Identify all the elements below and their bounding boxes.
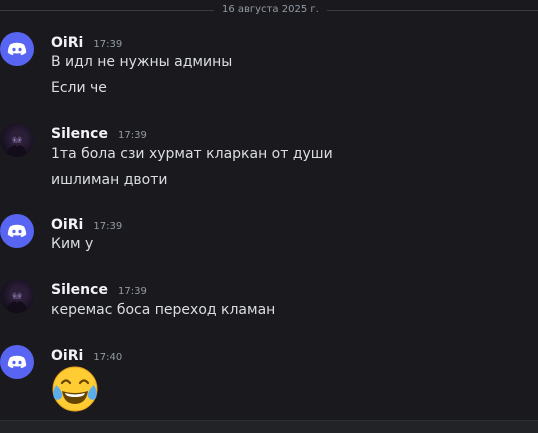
username[interactable]: Silence: [51, 126, 108, 142]
discord-logo-icon: [7, 355, 27, 369]
avatar[interactable]: [0, 214, 34, 248]
timestamp[interactable]: 17:40: [93, 352, 122, 363]
message-text: Ким у: [51, 236, 94, 252]
username[interactable]: OiRi: [51, 35, 83, 51]
message-header: OiRi 17:39: [51, 214, 122, 233]
avatar[interactable]: [0, 345, 34, 379]
avatar[interactable]: [0, 279, 34, 313]
message-text: ишлиман двоти: [51, 172, 168, 188]
message-group: Silence 17:39 1та бола сзи хурмат кларка…: [0, 123, 538, 193]
message-header: OiRi 17:39: [51, 32, 122, 51]
face-with-tears-of-joy-icon[interactable]: [50, 364, 100, 414]
message-group: OiRi 17:40: [0, 345, 538, 417]
date-divider-label: 16 августа 2025 г.: [214, 3, 327, 17]
message-composer-edge: [0, 420, 538, 433]
discord-logo-icon: [7, 42, 27, 56]
message-group: OiRi 17:39 В идл не нужны админы Если че: [0, 32, 538, 102]
avatar[interactable]: [0, 32, 34, 66]
message-header: Silence 17:39: [51, 279, 147, 298]
message-text: Если че: [51, 80, 107, 96]
message-header: Silence 17:39: [51, 123, 147, 142]
message-text: керемас боса переход кламан: [51, 302, 276, 318]
timestamp[interactable]: 17:39: [93, 39, 122, 50]
message-group: Silence 17:39 керемас боса переход клама…: [0, 279, 538, 319]
avatar[interactable]: [0, 123, 34, 157]
username[interactable]: Silence: [51, 282, 108, 298]
chat-message-list: 16 августа 2025 г. OiRi 17:39 В идл не н…: [0, 0, 538, 433]
discord-logo-icon: [7, 224, 27, 238]
timestamp[interactable]: 17:39: [118, 286, 147, 297]
username[interactable]: OiRi: [51, 348, 83, 364]
message-header: OiRi 17:40: [51, 345, 122, 364]
timestamp[interactable]: 17:39: [118, 130, 147, 141]
username[interactable]: OiRi: [51, 217, 83, 233]
timestamp[interactable]: 17:39: [93, 221, 122, 232]
dark-character-avatar-icon: [6, 129, 28, 157]
dark-character-avatar-icon: [6, 285, 28, 313]
message-text: В идл не нужны админы: [51, 54, 233, 70]
message-text: 1та бола сзи хурмат кларкан от души: [51, 146, 333, 162]
message-group: OiRi 17:39 Ким у: [0, 214, 538, 254]
